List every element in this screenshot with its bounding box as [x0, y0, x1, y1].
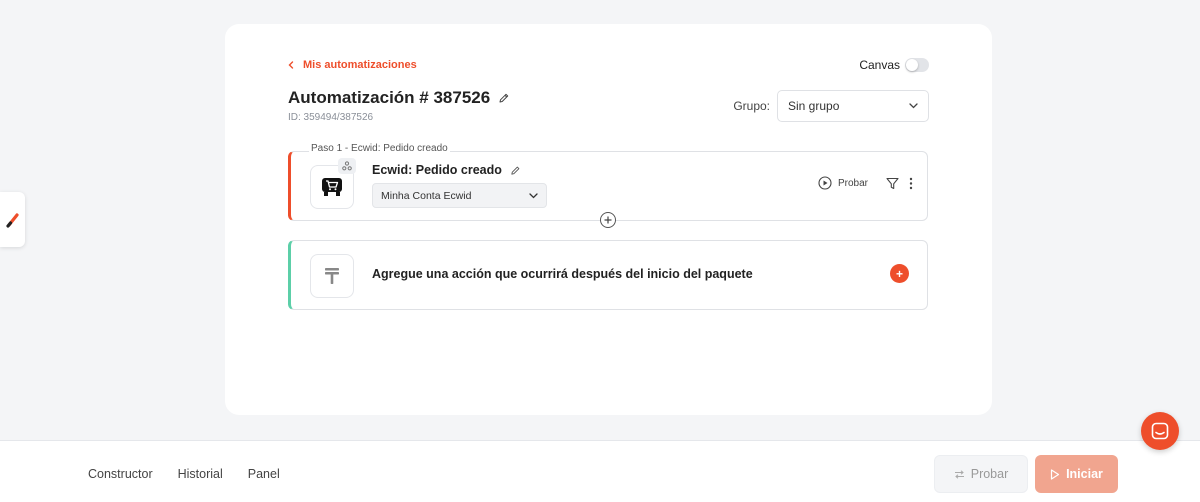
chevron-down-icon: [529, 192, 538, 199]
automation-id: ID: 359494/387526: [288, 112, 374, 123]
probar-button[interactable]: Probar: [934, 455, 1028, 493]
play-circle-icon: [818, 176, 832, 190]
test-step-button[interactable]: Probar: [818, 176, 868, 190]
probar-label: Probar: [970, 467, 1009, 481]
plus-icon: +: [895, 266, 903, 281]
logo-slash-icon: [5, 212, 20, 228]
group-select-value: Sin grupo: [788, 99, 840, 113]
page-title: Automatización # 387526: [288, 88, 491, 107]
webhook-badge-icon: [338, 158, 356, 174]
action-placeholder-icon: [310, 254, 354, 298]
step-title-row: Ecwid: Pedido creado: [372, 163, 521, 177]
add-action-card[interactable]: Agregue una acción que ocurrirá después …: [288, 240, 928, 310]
account-select[interactable]: Minha Conta Ecwid: [372, 183, 547, 208]
group-selector: Grupo: Sin grupo: [733, 90, 929, 122]
more-vertical-icon[interactable]: [909, 177, 913, 190]
tab-historial[interactable]: Historial: [178, 467, 223, 481]
chevron-left-icon: [288, 61, 294, 69]
step-title: Ecwid: Pedido creado: [372, 163, 502, 177]
bottom-tabs: Constructor Historial Panel: [88, 467, 280, 481]
group-select[interactable]: Sin grupo: [777, 90, 929, 122]
side-panel-tab[interactable]: [0, 192, 25, 247]
edit-title-icon[interactable]: [498, 92, 510, 104]
iniciar-label: Iniciar: [1066, 467, 1103, 481]
filter-icon[interactable]: [886, 177, 899, 190]
group-label: Grupo:: [733, 99, 770, 113]
add-step-plus-icon[interactable]: [600, 212, 616, 228]
step-actions: Probar: [818, 176, 913, 190]
chat-button[interactable]: [1141, 412, 1179, 450]
chat-icon: [1151, 422, 1169, 440]
account-select-value: Minha Conta Ecwid: [381, 189, 472, 202]
canvas-label: Canvas: [859, 58, 900, 72]
play-icon: [1050, 468, 1060, 480]
tab-panel[interactable]: Panel: [248, 467, 280, 481]
title-row: Automatización # 387526: [288, 88, 510, 108]
test-step-label: Probar: [837, 177, 868, 189]
chevron-down-icon: [909, 103, 918, 109]
tab-constructor[interactable]: Constructor: [88, 467, 153, 481]
back-link-label: Mis automatizaciones: [303, 59, 417, 71]
step-legend: Paso 1 - Ecwid: Pedido creado: [309, 143, 450, 154]
bottom-bar: Constructor Historial Panel Probar Inici…: [0, 440, 1200, 502]
edit-step-icon[interactable]: [510, 165, 521, 176]
swap-arrows-icon: [954, 469, 965, 479]
step-1-card[interactable]: Ecwid: Pedido creado Minha Conta Ecwid P…: [288, 151, 928, 221]
add-action-button[interactable]: +: [890, 264, 909, 283]
add-action-text: Agregue una acción que ocurrirá después …: [372, 267, 753, 281]
back-link[interactable]: Mis automatizaciones: [288, 59, 417, 71]
canvas-toggle[interactable]: [905, 58, 929, 72]
canvas-toggle-group: Canvas: [859, 58, 929, 72]
iniciar-button[interactable]: Iniciar: [1035, 455, 1118, 493]
automation-card: Mis automatizaciones Canvas Automatizaci…: [225, 24, 992, 415]
